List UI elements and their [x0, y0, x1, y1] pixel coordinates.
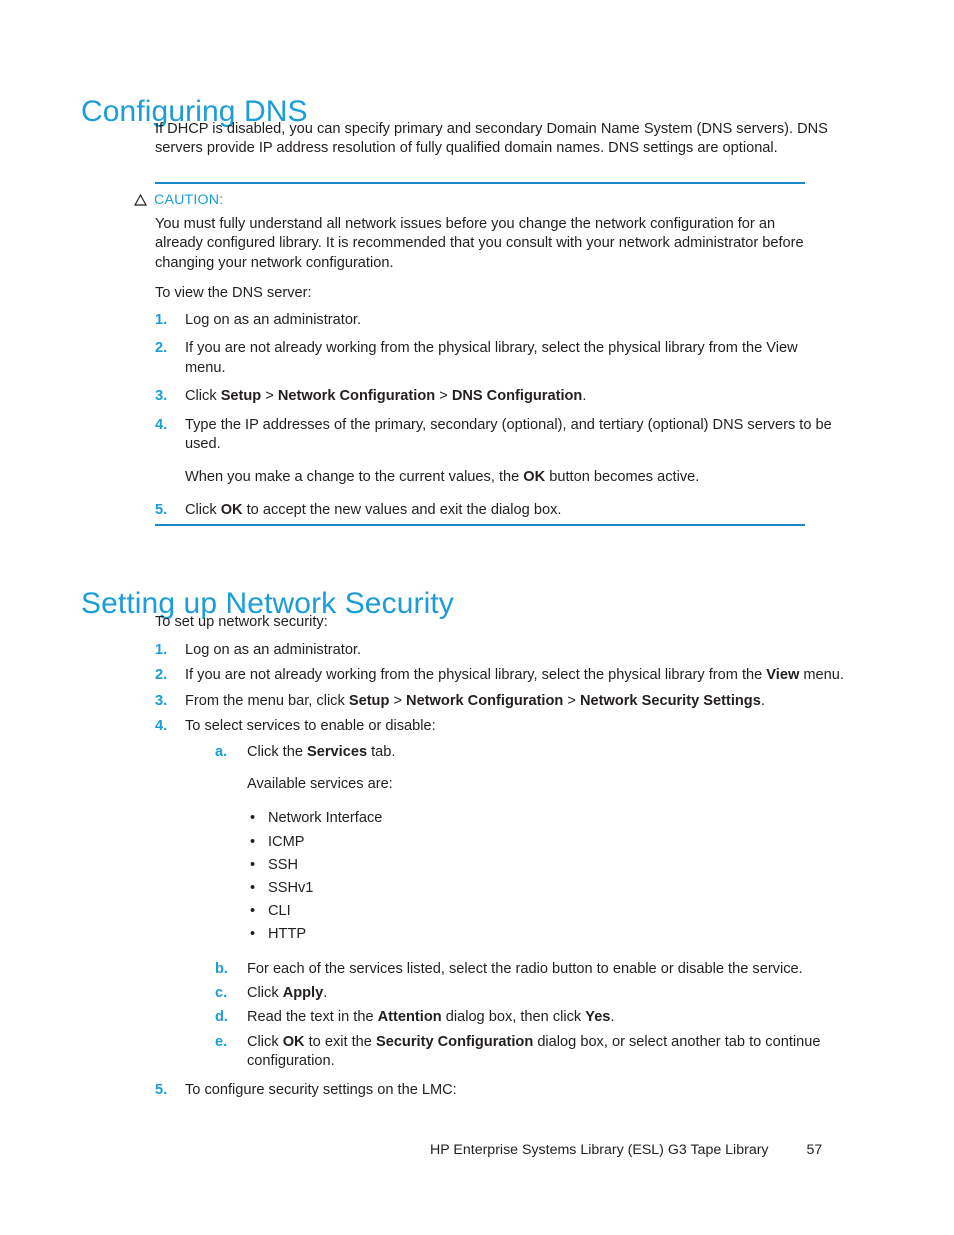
lead-in-setup-network-security: To set up network security: — [155, 614, 328, 630]
list-item-text: Click Setup > Network Configuration > DN… — [185, 388, 587, 405]
list-item: • Network Interface — [250, 807, 845, 830]
list-item: 2. If you are not already working from t… — [155, 339, 835, 378]
bullet-glyph: • — [250, 880, 256, 897]
list-marker: 3. — [155, 388, 168, 405]
list-item: 4. To select services to enable or disab… — [155, 717, 845, 1071]
page-footer: HP Enterprise Systems Library (ESL) G3 T… — [430, 1142, 822, 1158]
caution-rule-bottom — [155, 524, 805, 526]
footer-page-number: 57 — [806, 1142, 823, 1158]
sub-list-marker: d. — [215, 1009, 228, 1026]
list-marker: 4. — [155, 416, 168, 433]
sub-list-item-text: Click OK to exit the Security Configurat… — [247, 1033, 821, 1070]
list-item: • CLI — [250, 900, 845, 923]
list-item: 3. From the menu bar, click Setup > Netw… — [155, 692, 845, 711]
service-name: CLI — [268, 903, 291, 920]
list-item: • SSH — [250, 854, 845, 877]
ordered-list-dns-steps: 1. Log on as an administrator. 2. If you… — [155, 311, 832, 529]
caution-body-text: You must fully understand all network is… — [155, 216, 804, 271]
sub-list-item: c. Click Apply. — [215, 984, 845, 1003]
ordered-list-network-security-steps: 1. Log on as an administrator. 2. If you… — [155, 641, 845, 1106]
list-marker: 1. — [155, 642, 168, 658]
list-item: 5. To configure security settings on the… — [155, 1081, 845, 1100]
sub-list-item: b. For each of the services listed, sele… — [215, 960, 845, 979]
available-services-label: Available services are: — [247, 776, 393, 793]
list-item-text: To select services to enable or disable: — [185, 718, 436, 735]
service-name: ICMP — [268, 833, 305, 850]
list-item: 3. Click Setup > Network Configuration >… — [155, 387, 835, 406]
list-item-text: Type the IP addresses of the primary, se… — [185, 416, 832, 453]
list-marker: 4. — [155, 718, 168, 735]
list-item: • HTTP — [250, 923, 845, 946]
list-item-text: Log on as an administrator. — [185, 642, 362, 658]
caution-rule-top — [155, 182, 805, 184]
document-page: Configuring DNS If DHCP is disabled, you… — [0, 0, 954, 1235]
sub-list-item: a. Click the Services tab. Available ser… — [215, 743, 845, 947]
service-name: Network Interface — [268, 810, 383, 827]
list-item: 2. If you are not already working from t… — [155, 666, 845, 685]
footer-document-title: HP Enterprise Systems Library (ESL) G3 T… — [430, 1142, 769, 1158]
bullet-glyph: • — [250, 903, 256, 920]
service-name: HTTP — [268, 926, 307, 943]
sub-list-marker: c. — [215, 985, 228, 1002]
list-item: • SSHv1 — [250, 877, 845, 900]
list-marker: 1. — [155, 312, 168, 328]
bullet-glyph: • — [250, 810, 256, 827]
bullet-glyph: • — [250, 856, 256, 873]
list-item-text: To configure security settings on the LM… — [185, 1081, 457, 1098]
sub-list-marker: e. — [215, 1033, 228, 1050]
list-item: • ICMP — [250, 831, 845, 854]
list-item: 1. Log on as an administrator. — [155, 641, 845, 660]
sub-list-item: e. Click OK to exit the Security Configu… — [215, 1033, 845, 1072]
sub-list-item: d. Read the text in the Attention dialog… — [215, 1008, 845, 1027]
sub-list-item-text: For each of the services listed, select … — [247, 960, 803, 977]
caution-triangle-icon — [134, 194, 147, 206]
list-item-text: Log on as an administrator. — [185, 312, 362, 328]
alpha-list-service-substeps: a. Click the Services tab. Available ser… — [215, 743, 845, 1072]
list-item-text: If you are not already working from the … — [185, 667, 844, 684]
sub-list-item-text: Click Apply. — [247, 985, 328, 1002]
list-marker: 2. — [155, 667, 168, 684]
intro-paragraph-dns: If DHCP is disabled, you can specify pri… — [155, 121, 828, 157]
list-marker: 2. — [155, 340, 168, 357]
list-item: 1. Log on as an administrator. — [155, 311, 835, 330]
lead-in-view-dns-server: To view the DNS server: — [155, 285, 312, 301]
sub-list-item-text: Click the Services tab. — [247, 743, 396, 760]
list-item: 5. Click OK to accept the new values and… — [155, 501, 835, 520]
sub-list-marker: b. — [215, 960, 228, 977]
list-item-text: Click OK to accept the new values and ex… — [185, 501, 562, 518]
list-marker: 3. — [155, 692, 168, 709]
caution-header: CAUTION: — [134, 191, 223, 209]
list-marker: 5. — [155, 1081, 168, 1098]
service-name: SSHv1 — [268, 880, 314, 897]
list-item-sub-paragraph: When you make a change to the current va… — [185, 469, 700, 486]
list-item-text: From the menu bar, click Setup > Network… — [185, 692, 765, 709]
sub-list-marker: a. — [215, 743, 228, 760]
sub-list-item-text: Read the text in the Attention dialog bo… — [247, 1009, 615, 1026]
bullet-list-available-services: • Network Interface • ICMP • SSH • SSHv1… — [250, 807, 845, 946]
service-name: SSH — [268, 856, 299, 873]
caution-label: CAUTION: — [154, 192, 224, 208]
list-marker: 5. — [155, 501, 168, 518]
list-item-text: If you are not already working from the … — [185, 340, 798, 376]
bullet-glyph: • — [250, 833, 256, 850]
list-item: 4. Type the IP addresses of the primary,… — [155, 416, 835, 488]
bullet-glyph: • — [250, 926, 256, 943]
